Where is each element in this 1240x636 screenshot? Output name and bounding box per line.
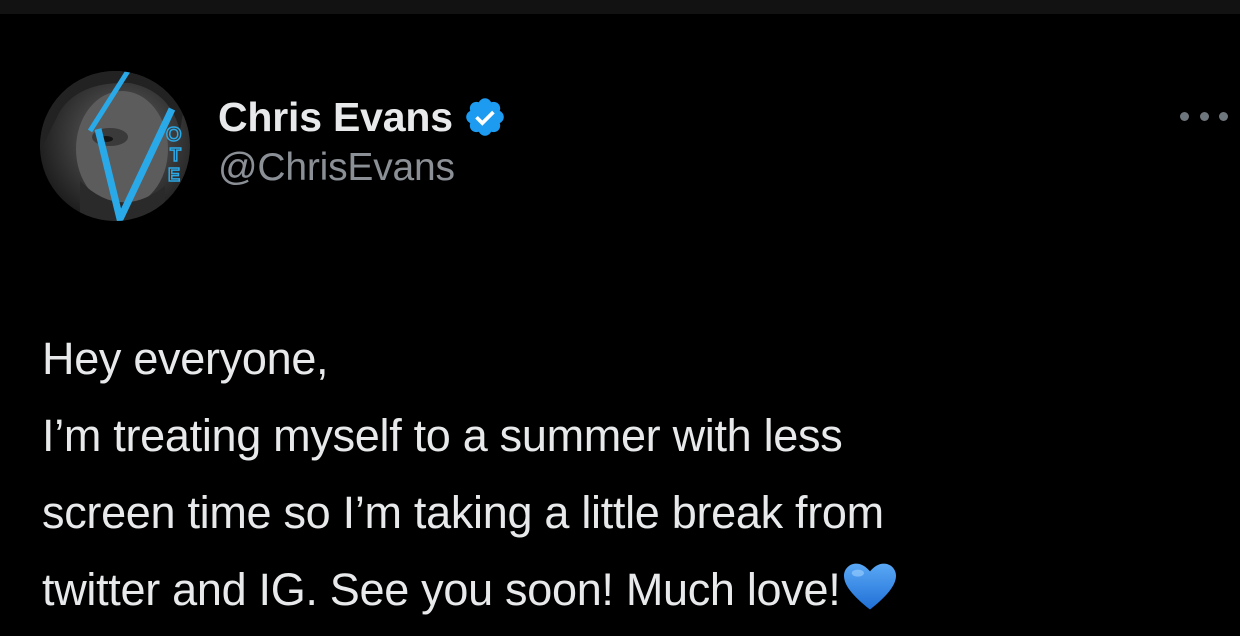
tweet-line: Hey everyone, [42, 333, 329, 384]
display-name[interactable]: Chris Evans [218, 94, 453, 141]
more-dot [1180, 111, 1189, 121]
vote-letter-o: O [166, 124, 182, 146]
more-dot [1219, 111, 1228, 121]
avatar[interactable]: O T E [40, 71, 190, 221]
tweet-card[interactable]: O T E Chris Evans @ChrisEvans Hey everyo… [0, 14, 1240, 627]
vote-letter-e: E [168, 165, 180, 185]
user-handle[interactable]: @ChrisEvans [218, 146, 507, 190]
vote-letter-t: T [170, 145, 181, 165]
verified-badge-icon[interactable] [463, 95, 507, 139]
tweet-line-last: twitter and IG. See you soon! Much love! [42, 551, 1222, 628]
blue-heart-icon [842, 559, 898, 611]
more-options-icon[interactable] [1180, 104, 1228, 128]
avatar-image: O T E [40, 71, 190, 221]
tweet-text: Hey everyone, I’m treating myself to a s… [42, 320, 1222, 628]
author-block: Chris Evans @ChrisEvans [218, 92, 507, 190]
top-strip [0, 0, 1240, 14]
name-row: Chris Evans [218, 92, 507, 142]
tweet-line: I’m treating myself to a summer with les… [42, 410, 843, 461]
more-dot [1199, 111, 1209, 121]
tweet-line: screen time so I’m taking a little break… [42, 487, 884, 538]
tweet-line-text: twitter and IG. See you soon! Much love! [42, 564, 841, 615]
